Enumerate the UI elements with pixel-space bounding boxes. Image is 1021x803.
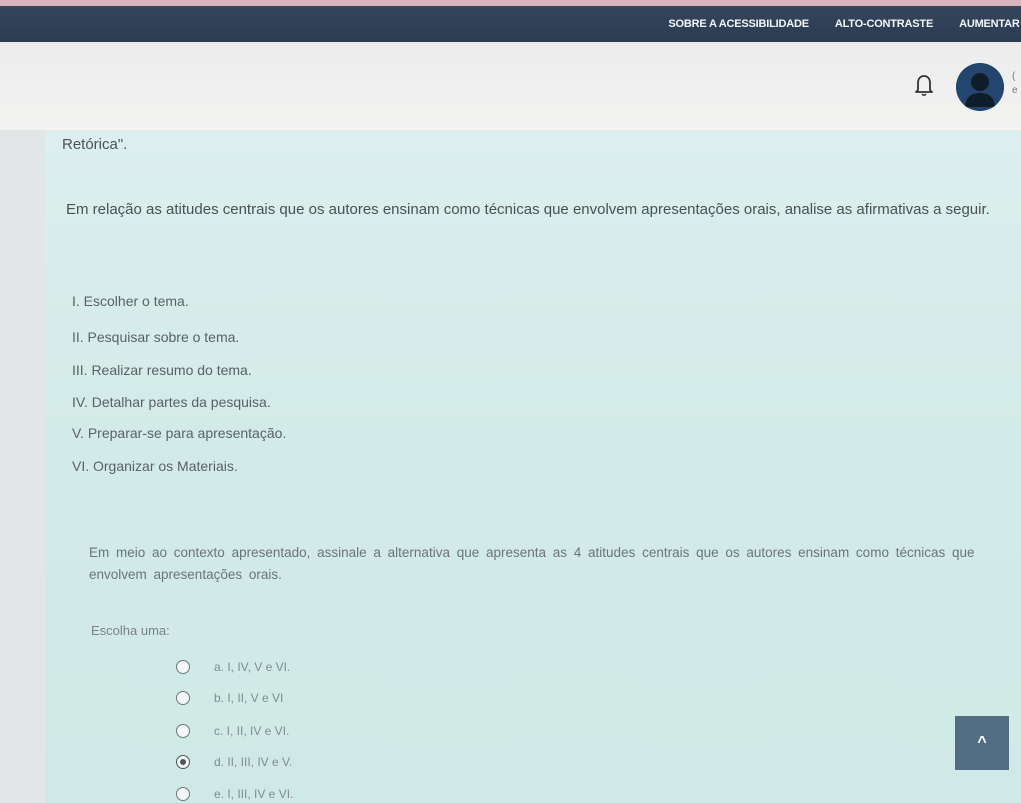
scroll-to-top-button[interactable]: ^ xyxy=(955,716,1009,770)
user-name-fragment: ( e xyxy=(1012,70,1018,98)
bell-icon[interactable] xyxy=(913,72,935,98)
increase-font-link[interactable]: AUMENTAR F xyxy=(959,18,1021,30)
option-b-label[interactable]: b. I, II, V e VI xyxy=(214,691,283,705)
option-c-label[interactable]: c. I, II, IV e VI. xyxy=(214,724,289,738)
accessibility-bar: SOBRE A ACESSIBILIDADE ALTO-CONTRASTE AU… xyxy=(0,6,1021,42)
option-b[interactable]: b. I, II, V e VI xyxy=(176,688,283,708)
quiz-page: SOBRE A ACESSIBILIDADE ALTO-CONTRASTE AU… xyxy=(0,0,1021,803)
chevron-up-icon: ^ xyxy=(977,734,987,751)
question-prompt: Em meio ao contexto apresentado, assinal… xyxy=(89,545,975,582)
radio-a[interactable] xyxy=(176,660,190,674)
user-avatar-icon xyxy=(956,63,1004,111)
high-contrast-link[interactable]: ALTO-CONTRASTE xyxy=(835,18,933,30)
user-text-line1: ( xyxy=(1012,71,1016,82)
question-title-fragment: Retórica". xyxy=(62,136,128,153)
statement-2: II. Pesquisar sobre o tema. xyxy=(72,329,240,345)
radio-c[interactable] xyxy=(176,724,190,738)
option-e-label[interactable]: e. I, III, IV e VI. xyxy=(214,787,293,801)
statement-1: I. Escolher o tema. xyxy=(72,293,189,309)
option-d[interactable]: d. II, III, IV e V. xyxy=(176,752,292,772)
user-text-line2: e xyxy=(1012,85,1018,96)
statement-3: III. Realizar resumo do tema. xyxy=(72,362,252,378)
left-margin xyxy=(0,130,45,803)
option-e[interactable]: e. I, III, IV e VI. xyxy=(176,784,293,803)
option-c[interactable]: c. I, II, IV e VI. xyxy=(176,721,289,741)
radio-b[interactable] xyxy=(176,691,190,705)
statement-4: IV. Detalhar partes da pesquisa. xyxy=(72,394,271,410)
statement-5: V. Preparar-se para apresentação. xyxy=(72,425,287,441)
question-intro: Em relação as atitudes centrais que os a… xyxy=(66,201,990,218)
user-avatar[interactable] xyxy=(956,63,1004,111)
about-accessibility-link[interactable]: SOBRE A ACESSIBILIDADE xyxy=(668,18,809,30)
site-header xyxy=(0,42,1021,130)
option-d-label[interactable]: d. II, III, IV e V. xyxy=(214,755,292,769)
accessibility-links: SOBRE A ACESSIBILIDADE ALTO-CONTRASTE AU… xyxy=(668,6,1021,42)
option-a[interactable]: a. I, IV, V e VI. xyxy=(176,657,290,677)
option-a-label[interactable]: a. I, IV, V e VI. xyxy=(214,660,290,674)
choose-one-label: Escolha uma: xyxy=(91,623,170,638)
radio-e[interactable] xyxy=(176,787,190,801)
statement-6: VI. Organizar os Materiais. xyxy=(72,458,238,474)
radio-d[interactable] xyxy=(176,755,190,769)
